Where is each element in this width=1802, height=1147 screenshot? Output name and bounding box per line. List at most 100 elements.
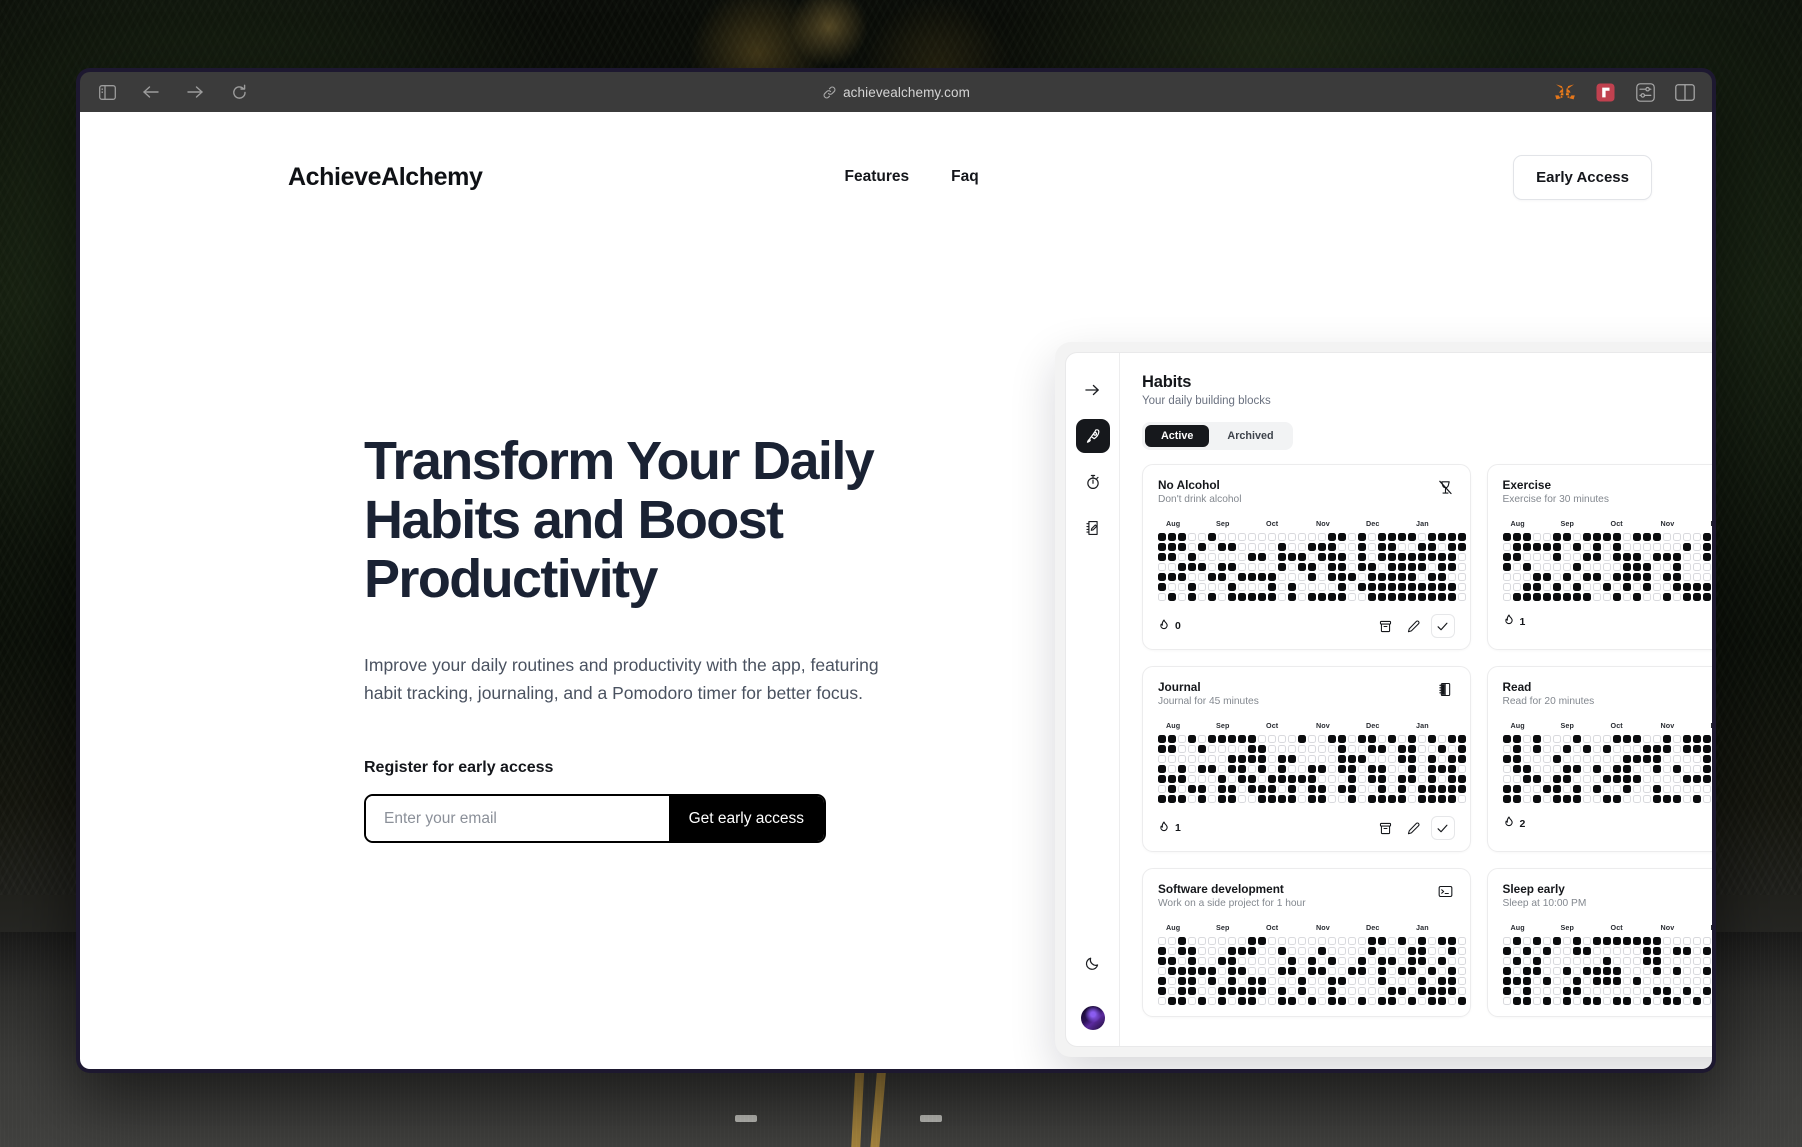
tab-active[interactable]: Active (1145, 425, 1210, 447)
heatmap-cell[interactable] (1662, 553, 1671, 561)
heatmap-cell[interactable] (1158, 533, 1166, 541)
heatmap-cell[interactable] (1512, 977, 1521, 985)
heatmap-cell[interactable] (1602, 533, 1611, 541)
heatmap-cell[interactable] (1368, 785, 1376, 793)
heatmap-cell[interactable] (1188, 735, 1196, 743)
heatmap-cell[interactable] (1398, 977, 1406, 985)
heatmap-cell[interactable] (1358, 573, 1366, 581)
heatmap-cell[interactable] (1662, 987, 1671, 995)
heatmap-cell[interactable] (1458, 775, 1466, 783)
heatmap-cell[interactable] (1632, 957, 1641, 965)
heatmap-cell[interactable] (1188, 543, 1196, 551)
heatmap-cell[interactable] (1702, 573, 1711, 581)
heatmap-cell[interactable] (1228, 593, 1236, 601)
heatmap-cell[interactable] (1328, 745, 1336, 753)
heatmap-cell[interactable] (1228, 553, 1236, 561)
heatmap-cell[interactable] (1208, 775, 1216, 783)
heatmap-cell[interactable] (1278, 967, 1286, 975)
heatmap-cell[interactable] (1378, 573, 1386, 581)
heatmap-cell[interactable] (1642, 543, 1651, 551)
habit-card[interactable]: Exercise Exercise for 30 minutes Aug Sep Oct… (1486, 464, 1712, 650)
heatmap-cell[interactable] (1428, 775, 1436, 783)
heatmap-cell[interactable] (1592, 967, 1601, 975)
heatmap-cell[interactable] (1428, 967, 1436, 975)
heatmap-cell[interactable] (1582, 997, 1591, 1005)
heatmap-cell[interactable] (1398, 785, 1406, 793)
heatmap-cell[interactable] (1632, 543, 1641, 551)
heatmap-cell[interactable] (1512, 957, 1521, 965)
back-arrow-icon[interactable] (140, 81, 162, 103)
heatmap-cell[interactable] (1308, 997, 1316, 1005)
heatmap-cell[interactable] (1502, 755, 1511, 763)
heatmap-cell[interactable] (1218, 573, 1226, 581)
heatmap-cell[interactable] (1642, 977, 1651, 985)
heatmap-cell[interactable] (1238, 563, 1246, 571)
heatmap-cell[interactable] (1298, 937, 1306, 945)
heatmap-cell[interactable] (1218, 745, 1226, 753)
heatmap-cell[interactable] (1168, 543, 1176, 551)
heatmap-cell[interactable] (1532, 553, 1541, 561)
heatmap-cell[interactable] (1522, 593, 1531, 601)
heatmap-cell[interactable] (1368, 987, 1376, 995)
heatmap-cell[interactable] (1258, 997, 1266, 1005)
heatmap-cell[interactable] (1522, 937, 1531, 945)
heatmap-cell[interactable] (1338, 997, 1346, 1005)
heatmap-cell[interactable] (1248, 533, 1256, 541)
heatmap-cell[interactable] (1582, 967, 1591, 975)
heatmap-cell[interactable] (1428, 785, 1436, 793)
heatmap-cell[interactable] (1398, 593, 1406, 601)
heatmap-cell[interactable] (1388, 563, 1396, 571)
heatmap-cell[interactable] (1288, 987, 1296, 995)
heatmap-cell[interactable] (1652, 755, 1661, 763)
heatmap-cell[interactable] (1328, 765, 1336, 773)
heatmap-cell[interactable] (1652, 583, 1661, 591)
heatmap-cell[interactable] (1572, 745, 1581, 753)
heatmap-cell[interactable] (1348, 533, 1356, 541)
heatmap-cell[interactable] (1652, 553, 1661, 561)
heatmap-cell[interactable] (1248, 745, 1256, 753)
heatmap-cell[interactable] (1308, 593, 1316, 601)
heatmap-cell[interactable] (1408, 987, 1416, 995)
heatmap-cell[interactable] (1418, 553, 1426, 561)
heatmap-cell[interactable] (1592, 735, 1601, 743)
heatmap-cell[interactable] (1288, 735, 1296, 743)
tab-archived[interactable]: Archived (1211, 425, 1289, 447)
heatmap-cell[interactable] (1408, 937, 1416, 945)
heatmap-cell[interactable] (1582, 765, 1591, 773)
heatmap-cell[interactable] (1438, 765, 1446, 773)
heatmap-cell[interactable] (1398, 937, 1406, 945)
heatmap-cell[interactable] (1198, 947, 1206, 955)
heatmap-cell[interactable] (1502, 937, 1511, 945)
heatmap-cell[interactable] (1278, 977, 1286, 985)
heatmap-cell[interactable] (1168, 533, 1176, 541)
heatmap-cell[interactable] (1532, 735, 1541, 743)
heatmap-cell[interactable] (1682, 755, 1691, 763)
heatmap-cell[interactable] (1288, 543, 1296, 551)
heatmap-cell[interactable] (1572, 735, 1581, 743)
heatmap-cell[interactable] (1338, 967, 1346, 975)
heatmap-cell[interactable] (1398, 765, 1406, 773)
heatmap-cell[interactable] (1612, 987, 1621, 995)
heatmap-cell[interactable] (1258, 755, 1266, 763)
heatmap-cell[interactable] (1458, 583, 1466, 591)
heatmap-cell[interactable] (1458, 937, 1466, 945)
heatmap-cell[interactable] (1158, 937, 1166, 945)
check-button[interactable] (1430, 614, 1455, 638)
heatmap-cell[interactable] (1652, 795, 1661, 803)
heatmap-cell[interactable] (1702, 937, 1711, 945)
heatmap-cell[interactable] (1552, 785, 1561, 793)
heatmap-cell[interactable] (1652, 563, 1661, 571)
heatmap-cell[interactable] (1592, 775, 1601, 783)
heatmap-cell[interactable] (1358, 997, 1366, 1005)
heatmap-cell[interactable] (1168, 987, 1176, 995)
heatmap-cell[interactable] (1652, 533, 1661, 541)
heatmap-cell[interactable] (1168, 563, 1176, 571)
heatmap-cell[interactable] (1428, 997, 1436, 1005)
heatmap-cell[interactable] (1178, 533, 1186, 541)
heatmap-cell[interactable] (1228, 947, 1236, 955)
heatmap-cell[interactable] (1672, 573, 1681, 581)
heatmap-cell[interactable] (1168, 755, 1176, 763)
heatmap-cell[interactable] (1662, 583, 1671, 591)
heatmap-cell[interactable] (1438, 987, 1446, 995)
heatmap-cell[interactable] (1502, 765, 1511, 773)
